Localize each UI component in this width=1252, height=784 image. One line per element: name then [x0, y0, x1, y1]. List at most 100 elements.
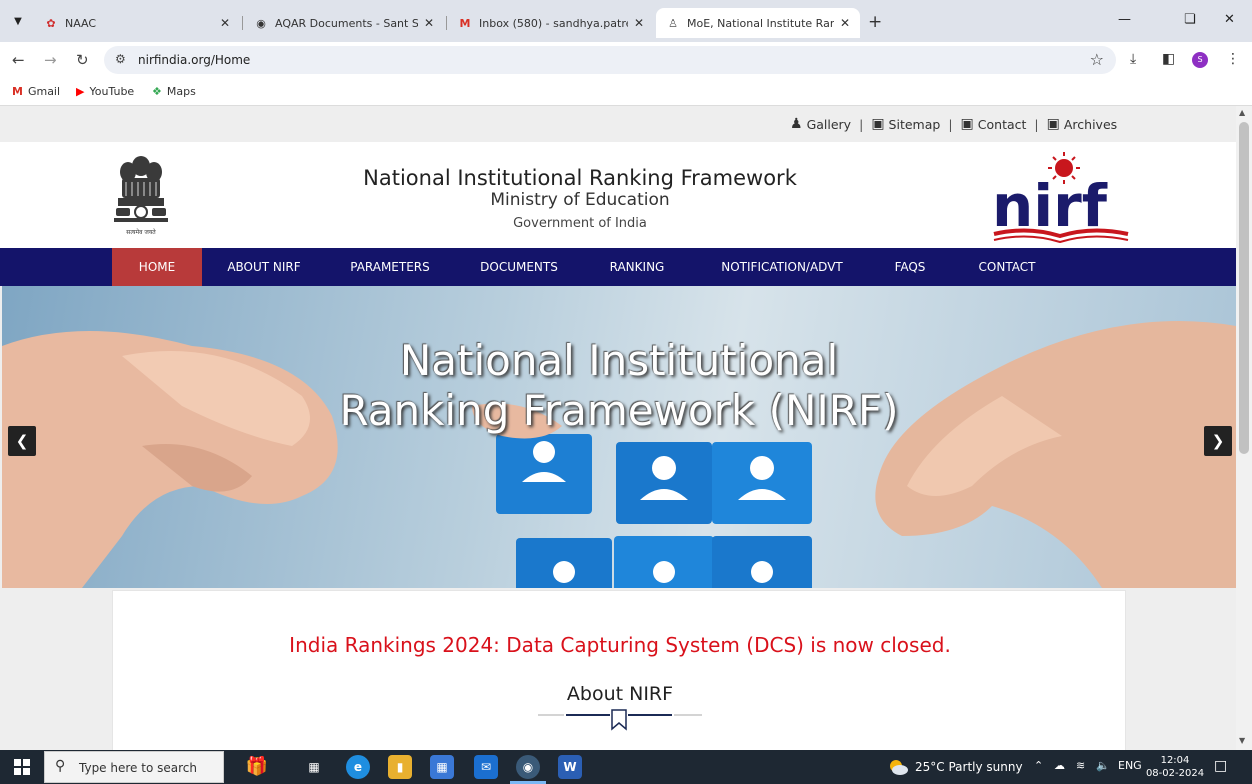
bookmark-divider-icon: [538, 709, 702, 731]
nav-documents[interactable]: DOCUMENTS: [466, 248, 572, 286]
taskbar-search-box[interactable]: ⚲ Type here to search: [44, 751, 224, 783]
notification-center-icon[interactable]: □: [1214, 758, 1227, 774]
main-navbar: HOME ABOUT NIRF PARAMETERS DOCUMENTS RAN…: [0, 248, 1236, 286]
nirf-logo-graphic: nirf: [992, 152, 1129, 244]
side-panel-icon[interactable]: ◧: [1162, 51, 1175, 67]
kebab-menu-icon[interactable]: ⋮: [1226, 51, 1240, 67]
task-view-icon[interactable]: ▦: [302, 755, 326, 779]
emblem-motto: सत्यमेव जयते: [126, 229, 156, 236]
top-link-contact[interactable]: ▣ Contact: [961, 116, 1027, 132]
close-icon[interactable]: ✕: [634, 16, 644, 30]
bookmark-label: Gmail: [27, 85, 61, 98]
url-text[interactable]: nirfindia.org/Home: [138, 53, 250, 67]
nav-ranking[interactable]: RANKING: [596, 248, 678, 286]
back-arrow-icon[interactable]: ←: [12, 51, 25, 69]
site-title: National Institutional Ranking Framework: [363, 166, 797, 190]
browser-toolbar: ← → ↻ ⚙ nirfindia.org/Home ☆ ⤓ ◧ S ⋮: [0, 42, 1252, 78]
tab-title: NAAC: [65, 16, 97, 30]
top-link-archives[interactable]: ▣ Archives: [1047, 116, 1118, 132]
gmail-icon: M: [12, 85, 23, 98]
profile-avatar[interactable]: S: [1192, 52, 1208, 68]
bookmark-maps[interactable]: ❖ Maps: [152, 85, 196, 98]
windows-taskbar: ⚲ Type here to search 🎁 ▦ e ▮ ▦ ✉ ◉ W 25…: [0, 750, 1252, 784]
top-link-gallery[interactable]: ♟ Gallery: [790, 116, 851, 132]
restore-icon[interactable]: ❏: [1184, 12, 1196, 27]
hero-title: National Institutional Ranking Framework…: [2, 336, 1236, 436]
weather-widget[interactable]: 25°C Partly sunny: [888, 759, 1023, 775]
browser-tab-strip: ▼ ✿ NAAC ✕ ◉ AQAR Documents - Sant Shiro…: [0, 0, 1252, 42]
system-clock[interactable]: 12:04 08-02-2024: [1142, 754, 1208, 780]
partly-sunny-icon: [890, 760, 908, 775]
tab-separator: [242, 16, 243, 30]
minimize-icon[interactable]: —: [1118, 12, 1131, 27]
nav-parameters[interactable]: PARAMETERS: [338, 248, 442, 286]
hero-carousel: National Institutional Ranking Framework…: [2, 286, 1236, 588]
tab-nirf-active[interactable]: ♙ MoE, National Institute Ranking ✕: [656, 8, 860, 38]
separator: |: [1034, 116, 1039, 132]
carousel-next-chevron-icon[interactable]: ❯: [1204, 426, 1232, 456]
chrome-icon[interactable]: ◉: [516, 755, 540, 779]
page-viewport: ♟ Gallery | ▣ Sitemap | ▣ Contact | ▣ Ar…: [0, 106, 1252, 750]
nav-about-nirf[interactable]: ABOUT NIRF: [212, 248, 316, 286]
dcs-closed-notice[interactable]: India Rankings 2024: Data Capturing Syst…: [113, 633, 1127, 657]
page-scrollbar[interactable]: ▲ ▼: [1236, 106, 1252, 750]
sitemap-icon: ▣: [871, 116, 885, 132]
nav-contact[interactable]: CONTACT: [966, 248, 1048, 286]
forward-arrow-icon[interactable]: →: [44, 51, 57, 69]
wifi-icon[interactable]: ≋: [1076, 759, 1085, 772]
close-icon[interactable]: ✕: [220, 16, 230, 30]
tab-aqar-documents[interactable]: ◉ AQAR Documents - Sant Shiron ✕: [244, 8, 444, 38]
reload-icon[interactable]: ↻: [76, 51, 89, 69]
nav-faqs[interactable]: FAQS: [882, 248, 938, 286]
site-settings-icon[interactable]: ⚙: [115, 52, 126, 66]
onedrive-icon[interactable]: ☁: [1054, 759, 1065, 772]
scroll-down-icon[interactable]: ▼: [1239, 736, 1245, 745]
microsoft-store-icon[interactable]: ▦: [430, 755, 454, 779]
address-bar[interactable]: ⚙ nirfindia.org/Home ☆: [104, 46, 1116, 74]
top-link-label: Gallery: [806, 116, 852, 132]
speaker-muted-icon[interactable]: 🔈: [1096, 759, 1110, 772]
search-placeholder: Type here to search: [79, 761, 197, 775]
nav-home[interactable]: HOME: [112, 248, 202, 286]
tray-chevron-up-icon[interactable]: ⌃: [1034, 759, 1043, 772]
window-close-icon[interactable]: ✕: [1224, 12, 1235, 27]
clock-date: 08-02-2024: [1145, 768, 1205, 779]
bookmark-gmail[interactable]: M Gmail: [12, 85, 60, 98]
weather-text: 25°C Partly sunny: [915, 760, 1023, 774]
windows-start-icon[interactable]: [14, 759, 30, 775]
top-link-label: Sitemap: [888, 116, 941, 132]
file-explorer-icon[interactable]: ▮: [388, 755, 412, 779]
download-icon[interactable]: ⤓: [1130, 51, 1136, 67]
gmail-icon: M: [459, 16, 471, 30]
nav-notification-advt[interactable]: NOTIFICATION/ADVT: [710, 248, 854, 286]
close-icon[interactable]: ✕: [424, 16, 434, 30]
scroll-up-icon[interactable]: ▲: [1239, 108, 1245, 117]
tab-search-chevron-icon[interactable]: ▼: [8, 12, 28, 32]
top-link-sitemap[interactable]: ▣ Sitemap: [871, 116, 940, 132]
gift-promo-icon[interactable]: 🎁: [232, 755, 282, 779]
globe-icon: ◉: [256, 16, 266, 30]
scroll-thumb[interactable]: [1239, 122, 1249, 454]
nirf-logo[interactable]: nirf: [980, 148, 1140, 244]
bookmark-youtube[interactable]: ▶ YouTube: [76, 85, 134, 98]
bookmark-label: YouTube: [89, 85, 135, 98]
tab-naac[interactable]: ✿ NAAC ✕: [34, 8, 240, 38]
user-icon: ♟: [790, 116, 803, 132]
youtube-icon: ▶: [76, 85, 85, 98]
sitemap-icon: ▣: [960, 116, 974, 132]
input-language[interactable]: ENG: [1118, 759, 1142, 772]
top-link-label: Archives: [1063, 116, 1118, 132]
hero-title-line2: Ranking Framework (NIRF): [339, 386, 899, 435]
mail-icon[interactable]: ✉: [474, 755, 498, 779]
tab-gmail-inbox[interactable]: M Inbox (580) - sandhya.patre22@ ✕: [448, 8, 654, 38]
bookmark-star-icon[interactable]: ☆: [1090, 50, 1104, 69]
site-ministry: Ministry of Education: [490, 190, 670, 210]
edge-browser-icon[interactable]: e: [346, 755, 370, 779]
close-icon[interactable]: ✕: [840, 16, 850, 30]
new-tab-plus-icon[interactable]: +: [868, 12, 882, 32]
carousel-prev-chevron-icon[interactable]: ❮: [8, 426, 36, 456]
site-government: Government of India: [513, 216, 647, 231]
tab-title: AQAR Documents - Sant Shiron: [275, 16, 418, 30]
word-icon[interactable]: W: [558, 755, 582, 779]
hero-title-line1: National Institutional: [399, 336, 839, 385]
